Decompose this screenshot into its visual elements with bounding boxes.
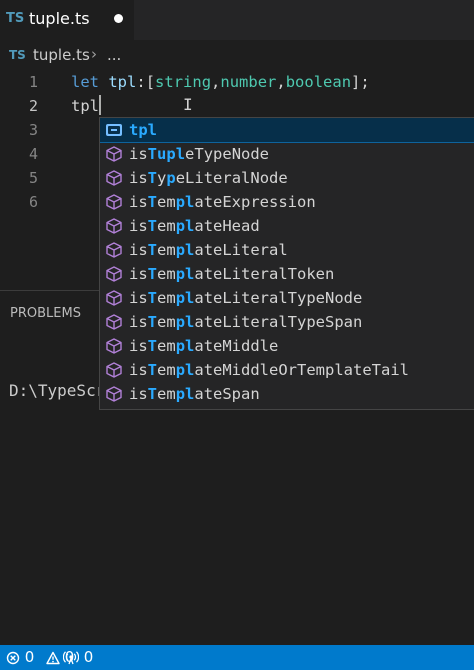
typescript-file-icon: TS — [9, 48, 26, 62]
line-number: 2 — [28, 97, 38, 115]
suggestion-label: isTemplateLiteral — [129, 241, 288, 259]
suggestion-item[interactable]: isTemplateLiteral — [100, 238, 474, 262]
line-number: 4 — [28, 145, 38, 163]
method-cube-icon — [106, 362, 122, 378]
method-cube-icon — [106, 290, 122, 306]
line-number: 6 — [28, 193, 38, 211]
method-cube-icon — [106, 386, 122, 402]
type-string: string — [155, 73, 212, 91]
breadcrumb-more[interactable]: ... — [107, 46, 121, 64]
terminal-output: D:\TypeScr — [9, 381, 106, 400]
identifier-tpl: tpl — [108, 73, 137, 91]
code-line-1[interactable]: let tpl:[string,number,boolean]; — [71, 70, 370, 94]
ports-status[interactable]: 0 — [62, 645, 94, 670]
warning-icon — [46, 651, 60, 665]
suggestion-label: isTemplateMiddle — [129, 337, 279, 355]
suggestion-item[interactable]: isTupleTypeNode — [100, 142, 474, 166]
suggestion-label: isTupleTypeNode — [129, 145, 270, 163]
open-bracket: [ — [145, 73, 156, 91]
line-number: 3 — [28, 121, 38, 139]
suggestion-item[interactable]: tpl — [100, 118, 474, 143]
tab-tuple-ts[interactable]: TS tuple.ts — [0, 0, 134, 40]
suggestion-label: isTypeLiteralNode — [129, 169, 288, 187]
suggestion-label: isTemplateMiddleOrTemplateTail — [129, 361, 409, 379]
colon: : — [136, 73, 146, 91]
suggestion-item[interactable]: isTemplateLiteralToken — [100, 262, 474, 286]
line-number: 1 — [28, 73, 38, 91]
code-line-2[interactable]: tpl — [71, 94, 101, 118]
breadcrumb: TS tuple.ts › ... — [0, 44, 474, 68]
tab-title: tuple.ts — [29, 9, 90, 28]
suggestion-label: isTemplateLiteralToken — [129, 265, 335, 283]
error-count: 0 — [24, 648, 35, 666]
keyword-let: let — [71, 73, 99, 91]
status-bar: 0 0 0 — [0, 645, 474, 670]
broadcast-icon — [62, 651, 80, 665]
problems-status[interactable]: 0 — [6, 645, 34, 670]
suggestion-item[interactable]: isTypeLiteralNode — [100, 166, 474, 190]
autocomplete-suggestions[interactable]: tpl isTupleTypeNode isTypeLiteralNode is… — [99, 117, 474, 410]
tab-bar: TS tuple.ts — [0, 0, 474, 40]
close-bracket: ]; — [351, 73, 370, 91]
suggestion-label: tpl — [129, 121, 157, 139]
suggestion-label: isTemplateLiteralTypeSpan — [129, 313, 363, 331]
suggestion-item[interactable]: isTemplateLiteralTypeSpan — [100, 310, 474, 334]
suggestion-item[interactable]: isTemplateMiddleOrTemplateTail — [100, 358, 474, 382]
suggestion-item[interactable]: isTemplateLiteralTypeNode — [100, 286, 474, 310]
method-cube-icon — [106, 170, 122, 186]
method-cube-icon — [106, 242, 122, 258]
breadcrumb-file[interactable]: tuple.ts — [33, 46, 90, 64]
suggestion-label: isTemplateExpression — [129, 193, 316, 211]
typed-text: tpl — [71, 97, 99, 115]
method-cube-icon — [106, 266, 122, 282]
variable-icon — [106, 124, 122, 136]
suggestion-label: isTemplateSpan — [129, 385, 260, 403]
chevron-right-icon: › — [91, 45, 97, 63]
ports-count: 0 — [83, 648, 94, 666]
line-number: 5 — [28, 169, 38, 187]
suggestion-item[interactable]: isTemplateMiddle — [100, 334, 474, 358]
text-cursor — [99, 95, 101, 115]
method-cube-icon — [106, 218, 122, 234]
suggestion-label: isTemplateHead — [129, 217, 260, 235]
tab-problems[interactable]: PROBLEMS — [10, 306, 81, 321]
suggestion-item[interactable]: isTemplateHead — [100, 214, 474, 238]
method-cube-icon — [106, 194, 122, 210]
type-boolean: boolean — [285, 73, 352, 91]
comma: , — [211, 73, 221, 91]
type-number: number — [220, 73, 277, 91]
typescript-file-icon: TS — [6, 11, 25, 26]
suggestion-item[interactable]: isTemplateExpression — [100, 190, 474, 214]
method-cube-icon — [106, 146, 122, 162]
ibeam-cursor-icon: I — [183, 95, 193, 114]
unsaved-dot-icon[interactable] — [114, 14, 123, 23]
method-cube-icon — [106, 338, 122, 354]
suggestion-label: isTemplateLiteralTypeNode — [129, 289, 363, 307]
method-cube-icon — [106, 314, 122, 330]
suggestion-item[interactable]: isTemplateSpan — [100, 382, 474, 406]
comma: , — [276, 73, 286, 91]
error-icon — [6, 651, 20, 665]
